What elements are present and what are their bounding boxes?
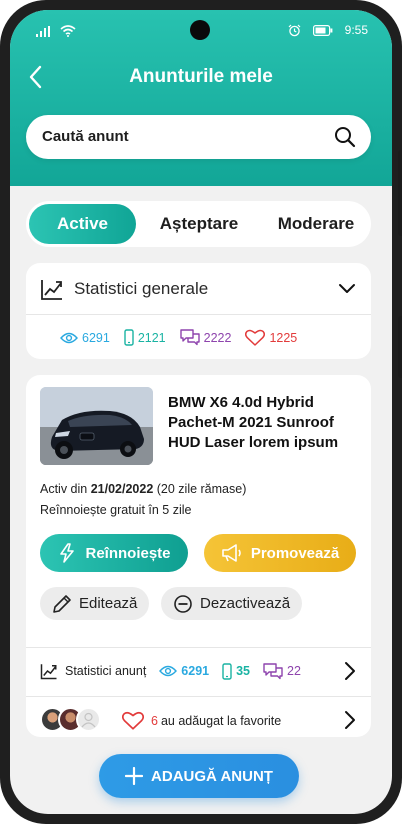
megaphone-icon bbox=[222, 544, 241, 562]
camera-notch bbox=[190, 20, 210, 40]
add-ad-button[interactable]: ADAUGĂ ANUNȚ bbox=[99, 754, 299, 798]
edit-label: Editează bbox=[79, 595, 138, 612]
screen: 9:55 Anunturile mele Caută anunt Active … bbox=[10, 10, 392, 814]
search-placeholder: Caută anunt bbox=[42, 128, 129, 145]
views-count: 6291 bbox=[82, 330, 110, 345]
ad-stats-row[interactable]: Statistici anunț 6291 35 22 bbox=[26, 648, 371, 694]
eye-icon bbox=[159, 665, 178, 677]
views-metric: 6291 bbox=[60, 329, 110, 346]
favorites-count: 1225 bbox=[269, 330, 298, 345]
ad-renew-info: Reînnoiește gratuit în 5 zile bbox=[40, 503, 192, 517]
fav-count: 6 bbox=[151, 713, 158, 728]
chat-icon bbox=[179, 329, 200, 346]
status-tabs: Active Așteptare Moderare bbox=[26, 201, 371, 247]
renew-label: Reînnoiește bbox=[85, 544, 171, 562]
minus-circle-icon bbox=[174, 594, 192, 613]
power-button bbox=[398, 316, 402, 378]
ad-card: BMW X6 4.0d Hybrid Pachet-M 2021 Sunroof… bbox=[26, 375, 371, 737]
general-stats-header[interactable]: Statistici generale bbox=[40, 277, 208, 301]
deactivate-label: Dezactivează bbox=[200, 595, 291, 612]
phone-icon bbox=[124, 329, 134, 346]
favorites-row[interactable]: 6 au adăugat la favorite bbox=[26, 697, 371, 743]
search-input[interactable]: Caută anunt bbox=[26, 115, 371, 159]
chat-icon bbox=[263, 662, 283, 679]
ad-views-metric: 6291 bbox=[159, 664, 209, 678]
tab-moderation[interactable]: Moderare bbox=[262, 201, 370, 247]
heart-icon bbox=[245, 329, 266, 346]
ad-messages-count: 22 bbox=[287, 664, 301, 678]
stats-chart-icon bbox=[41, 280, 62, 300]
general-stats-card: Statistici generale 6291 2121 2222 1225 bbox=[26, 263, 371, 359]
signal-icon bbox=[36, 25, 50, 37]
ad-messages-metric: 22 bbox=[263, 662, 301, 680]
plus-icon bbox=[125, 767, 144, 785]
ad-phone-metric: 35 bbox=[222, 662, 251, 680]
car-image bbox=[40, 387, 153, 465]
phone-count: 2121 bbox=[137, 330, 166, 345]
general-stats-metrics: 6291 2121 2222 1225 bbox=[60, 329, 297, 346]
divider bbox=[26, 314, 371, 315]
avatar-group bbox=[40, 707, 110, 733]
deactivate-button[interactable]: Dezactivează bbox=[161, 587, 303, 620]
promote-button[interactable]: Promovează bbox=[204, 534, 356, 572]
pencil-icon bbox=[53, 594, 71, 613]
tab-active[interactable]: Active bbox=[29, 204, 136, 244]
ad-active-date: 21/02/2022 bbox=[90, 482, 154, 496]
car-photo[interactable] bbox=[40, 387, 153, 465]
edit-button[interactable]: Editează bbox=[40, 587, 150, 620]
eye-icon bbox=[60, 332, 78, 343]
ad-phone-count: 35 bbox=[236, 664, 251, 678]
ad-active-suffix: (20 zile rămase) bbox=[153, 482, 247, 496]
header: 9:55 Anunturile mele Caută anunt bbox=[10, 10, 392, 186]
stats-chart-icon bbox=[40, 664, 57, 680]
avatar-placeholder bbox=[76, 707, 101, 732]
phone-frame: 9:55 Anunturile mele Caută anunt Active … bbox=[0, 0, 402, 824]
user-icon bbox=[81, 712, 96, 728]
chevron-down-icon[interactable] bbox=[337, 279, 357, 299]
add-ad-label: ADAUGĂ ANUNȚ bbox=[151, 767, 273, 785]
messages-metric: 2222 bbox=[179, 329, 232, 346]
tab-waiting[interactable]: Așteptare bbox=[144, 201, 254, 247]
phone-metric: 2121 bbox=[124, 329, 166, 346]
renew-button[interactable]: Reînnoiește bbox=[40, 534, 188, 572]
ad-active-prefix: Activ din bbox=[40, 482, 91, 496]
battery-icon bbox=[312, 24, 333, 36]
search-icon[interactable] bbox=[333, 125, 357, 149]
nav-bar: Anunturile mele bbox=[10, 60, 392, 94]
ad-info: Activ din 21/02/2022 (20 zile rămase) Re… bbox=[40, 479, 246, 521]
chevron-right-icon[interactable] bbox=[341, 661, 359, 681]
favorites-metric: 1225 bbox=[245, 329, 297, 346]
phone-icon bbox=[222, 662, 232, 680]
wifi-icon bbox=[60, 25, 76, 37]
volume-button bbox=[398, 150, 402, 236]
general-stats-label: Statistici generale bbox=[74, 279, 209, 298]
promote-label: Promovează bbox=[250, 544, 340, 562]
messages-count: 2222 bbox=[203, 330, 232, 345]
chevron-right-icon[interactable] bbox=[341, 710, 359, 730]
ad-views-count: 6291 bbox=[181, 664, 210, 678]
page-title: Anunturile mele bbox=[129, 66, 273, 87]
ad-active-line: Activ din 21/02/2022 (20 zile rămase) bbox=[40, 479, 246, 500]
ad-stats-label: Statistici anunț bbox=[65, 664, 147, 678]
fav-text: au adăugat la favorite bbox=[160, 713, 282, 728]
ad-title[interactable]: BMW X6 4.0d Hybrid Pachet-M 2021 Sunroof… bbox=[168, 393, 353, 453]
renew-icon bbox=[60, 543, 75, 563]
alarm-icon bbox=[288, 24, 301, 36]
heart-icon bbox=[122, 711, 144, 730]
status-bar: 9:55 bbox=[10, 10, 392, 52]
status-time: 9:55 bbox=[344, 23, 368, 37]
